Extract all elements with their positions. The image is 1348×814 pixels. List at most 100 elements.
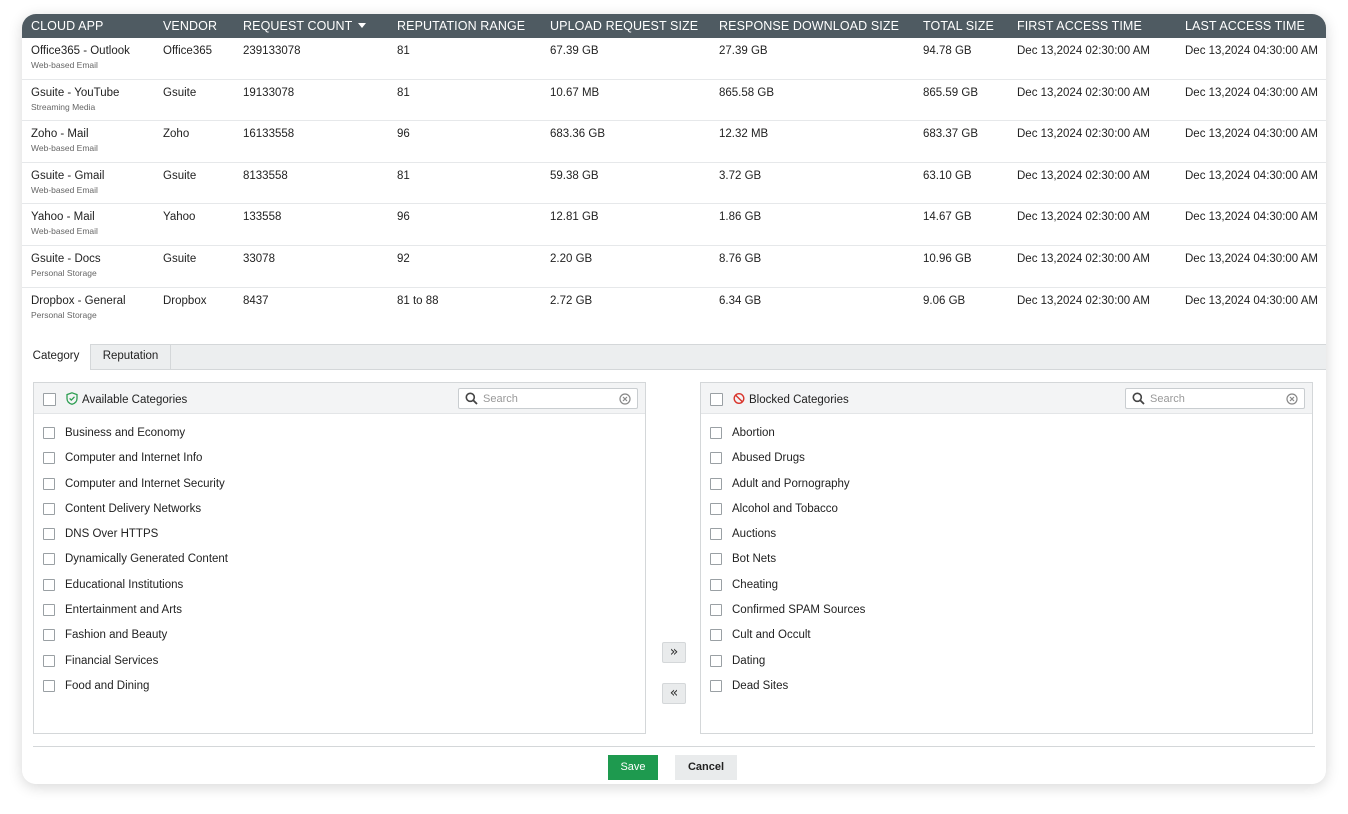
blocked-category-item-checkbox[interactable] xyxy=(710,427,722,439)
table-row[interactable]: Dropbox - General Personal Storage Dropbox… xyxy=(22,288,1326,330)
blocked-category-item-checkbox[interactable] xyxy=(710,654,722,667)
blocked-category-item-checkbox[interactable] xyxy=(710,553,722,566)
available-category-item-checkbox[interactable] xyxy=(43,679,55,692)
available-category-item-checkbox[interactable] xyxy=(43,452,55,465)
cloud-app-name: Dropbox - General xyxy=(31,294,126,307)
cell-total-size: 10.96 GB xyxy=(923,252,972,265)
cloud-app-name: Zoho - Mail xyxy=(31,128,89,141)
table-row[interactable]: Yahoo - Mail Web-based Email Yahoo 133558 96… xyxy=(22,204,1326,246)
clear-icon[interactable] xyxy=(619,393,631,405)
available-category-list-item[interactable]: Content Delivery Networks xyxy=(34,501,645,526)
select-all-available-checkbox[interactable] xyxy=(43,393,56,406)
cancel-button[interactable]: Cancel xyxy=(675,755,737,780)
blocked-category-item-checkbox[interactable] xyxy=(710,679,722,692)
available-category-list-item[interactable]: Educational Institutions xyxy=(34,577,645,602)
blocked-category-list-item[interactable]: Adult and Pornography xyxy=(701,476,1312,501)
available-search-input[interactable]: Search xyxy=(458,388,638,409)
cell-download-size: 27.39 GB xyxy=(719,45,768,57)
blocked-category-list-item[interactable]: Cult and Occult xyxy=(701,627,1312,652)
available-category-list-item[interactable]: Computer and Internet Info xyxy=(34,450,645,475)
available-category-item-label: Fashion and Beauty xyxy=(65,629,168,642)
col-cloud-app[interactable]: CLOUD APP xyxy=(31,19,103,33)
select-all-blocked-checkbox[interactable] xyxy=(710,393,723,406)
blocked-category-list-item[interactable]: Alcohol and Tobacco xyxy=(701,501,1312,526)
cell-last-access: Dec 13,2024 04:30:00 AM xyxy=(1185,169,1318,182)
cell-total-size: 683.37 GB xyxy=(923,128,978,141)
blocked-category-list-item[interactable]: Cheating xyxy=(701,577,1312,602)
available-category-item-checkbox[interactable] xyxy=(43,477,55,490)
available-category-list-item[interactable]: Business and Economy xyxy=(34,425,645,450)
col-request-count-label: REQUEST COUNT xyxy=(243,19,353,33)
table-row[interactable]: Gsuite - YouTube Streaming Media Gsuite 191… xyxy=(22,80,1326,122)
cell-total-size: 94.78 GB xyxy=(923,45,972,57)
col-first-access-time[interactable]: FIRST ACCESS TIME xyxy=(1017,19,1142,33)
available-category-list-item[interactable]: Fashion and Beauty xyxy=(34,627,645,652)
blocked-category-list-item[interactable]: Auctions xyxy=(701,526,1312,551)
available-category-list-item[interactable]: Financial Services xyxy=(34,653,645,678)
available-category-list-item[interactable]: Entertainment and Arts xyxy=(34,602,645,627)
blocked-category-list-item[interactable]: Dating xyxy=(701,653,1312,678)
table-row[interactable]: Gsuite - Docs Personal Storage Gsuite 33078… xyxy=(22,246,1326,288)
col-total-size[interactable]: TOTAL SIZE xyxy=(923,19,994,33)
col-vendor[interactable]: VENDOR xyxy=(163,19,217,33)
clear-icon[interactable] xyxy=(1286,393,1298,405)
available-category-list-item[interactable]: Food and Dining xyxy=(34,678,645,703)
col-request-count[interactable]: REQUEST COUNT xyxy=(243,19,367,33)
cloud-app-category: Personal Storage xyxy=(31,267,97,278)
blocked-category-item-checkbox[interactable] xyxy=(710,502,722,515)
blocked-category-item-checkbox[interactable] xyxy=(710,528,722,541)
available-search-placeholder: Search xyxy=(483,393,518,405)
col-last-access-time[interactable]: LAST ACCESS TIME xyxy=(1185,19,1305,33)
cell-cloud-app: Gsuite - Docs Personal Storage xyxy=(31,253,101,278)
cell-upload-size: 2.72 GB xyxy=(550,294,593,307)
available-category-item-checkbox[interactable] xyxy=(43,604,55,617)
blocked-category-item-label: Confirmed SPAM Sources xyxy=(732,604,866,617)
available-category-list-item[interactable]: DNS Over HTTPS xyxy=(34,526,645,551)
table-header: CLOUD APP VENDOR REQUEST COUNT REPUTATIO… xyxy=(22,14,1326,38)
move-right-button[interactable]: » xyxy=(662,642,686,663)
table-row[interactable]: Office365 - Outlook Web-based Email Office… xyxy=(22,38,1326,80)
blocked-search-placeholder: Search xyxy=(1150,393,1185,405)
blocked-category-item-checkbox[interactable] xyxy=(710,629,722,642)
blocked-category-list-item[interactable]: Abortion xyxy=(701,425,1312,450)
category-editor: Available Categories Search Business and… xyxy=(22,370,1326,784)
cloud-app-category: Web-based Email xyxy=(31,143,98,154)
available-category-list-item[interactable]: Computer and Internet Security xyxy=(34,476,645,501)
available-category-item-checkbox[interactable] xyxy=(43,502,55,515)
blocked-search-input[interactable]: Search xyxy=(1125,388,1305,409)
cloud-app-name: Office365 - Outlook xyxy=(31,45,130,57)
cell-reputation-range: 81 to 88 xyxy=(397,294,439,307)
table-row[interactable]: Gsuite - Gmail Web-based Email Gsuite 81335… xyxy=(22,163,1326,205)
blocked-category-list-item[interactable]: Dead Sites xyxy=(701,678,1312,703)
available-category-item-checkbox[interactable] xyxy=(43,629,55,642)
blocked-category-list-item[interactable]: Abused Drugs xyxy=(701,450,1312,475)
save-button[interactable]: Save xyxy=(608,755,658,780)
blocked-category-item-checkbox[interactable] xyxy=(710,604,722,617)
table-row[interactable]: Zoho - Mail Web-based Email Zoho 16133558 96… xyxy=(22,121,1326,163)
blocked-category-list-item[interactable]: Bot Nets xyxy=(701,551,1312,576)
col-reputation-range[interactable]: REPUTATION RANGE xyxy=(397,19,525,33)
cell-upload-size: 683.36 GB xyxy=(550,128,605,141)
cell-cloud-app: Office365 - Outlook Web-based Email xyxy=(31,45,130,70)
col-upload-request-size[interactable]: UPLOAD REQUEST SIZE xyxy=(550,19,698,33)
available-category-item-checkbox[interactable] xyxy=(43,654,55,667)
blocked-category-item-label: Dead Sites xyxy=(732,679,789,692)
cell-vendor: Office365 xyxy=(163,45,213,57)
tab-category[interactable]: Category xyxy=(22,344,91,371)
available-category-item-checkbox[interactable] xyxy=(43,578,55,591)
tab-reputation[interactable]: Reputation xyxy=(91,344,171,370)
blocked-category-item-label: Dating xyxy=(732,654,766,667)
blocked-category-item-checkbox[interactable] xyxy=(710,477,722,490)
available-category-item-label: Computer and Internet Info xyxy=(65,452,203,465)
col-response-download-size[interactable]: RESPONSE DOWNLOAD SIZE xyxy=(719,19,899,33)
blocked-category-item-checkbox[interactable] xyxy=(710,452,722,465)
available-category-item-checkbox[interactable] xyxy=(43,553,55,566)
move-left-button[interactable]: « xyxy=(662,683,686,704)
cell-first-access: Dec 13,2024 02:30:00 AM xyxy=(1017,252,1150,265)
blocked-category-item-checkbox[interactable] xyxy=(710,578,722,591)
available-category-list-item[interactable]: Dynamically Generated Content xyxy=(34,551,645,576)
cell-upload-size: 10.67 MB xyxy=(550,86,600,99)
available-category-item-checkbox[interactable] xyxy=(43,427,55,439)
available-category-item-checkbox[interactable] xyxy=(43,528,55,541)
blocked-category-list-item[interactable]: Confirmed SPAM Sources xyxy=(701,602,1312,627)
